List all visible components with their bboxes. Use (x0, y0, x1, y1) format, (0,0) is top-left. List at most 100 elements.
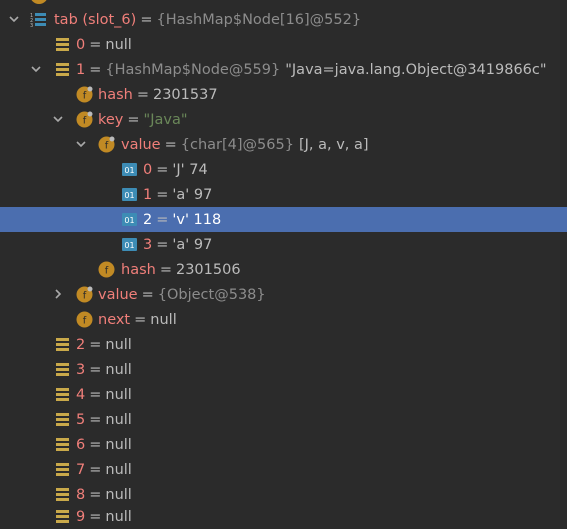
chevron-down-icon[interactable] (51, 112, 65, 126)
variable-name: 0 (76, 36, 86, 53)
equals-sign: = (89, 411, 102, 428)
variable-name: 5 (76, 411, 86, 428)
variable-name: tab (slot_6) (54, 11, 137, 28)
variable-value: null (105, 436, 132, 453)
array-stack-icon (54, 336, 71, 353)
equals-sign: = (89, 36, 102, 53)
array-stack-icon (54, 461, 71, 478)
variable-value: null (105, 361, 132, 378)
svg-text:f: f (105, 141, 109, 152)
primitive-01-icon: 01 (121, 161, 138, 178)
tree-row-slot-6[interactable]: 6 = null (0, 432, 567, 457)
tree-row-key-value[interactable]: f value = {char[4]@565} [J, a, v, a] (0, 132, 567, 157)
array-stack-icon (54, 486, 71, 503)
equals-sign: = (140, 11, 153, 28)
variable-value: 'v' 118 (172, 211, 222, 228)
tree-row-slot-1[interactable]: 1 = {HashMap$Node@559} "Java=java.lang.O… (0, 57, 567, 82)
variable-value: null (105, 386, 132, 403)
variable-value: 2301506 (175, 261, 241, 278)
tree-row-char-0[interactable]: 01 0 = 'J' 74 (0, 157, 567, 182)
chevron-down-icon[interactable] (29, 62, 43, 76)
svg-text:01: 01 (124, 216, 134, 225)
array-stack-icon (54, 386, 71, 403)
equals-sign: = (89, 508, 102, 525)
svg-text:f: f (83, 291, 87, 302)
variable-name: 3 (76, 361, 86, 378)
equals-sign: = (89, 361, 102, 378)
field-f-icon: f (76, 286, 93, 303)
equals-sign: = (127, 111, 140, 128)
array-elements-icon: 1 2 3 (30, 11, 47, 29)
chevron-down-icon[interactable] (7, 12, 21, 26)
variable-value: null (105, 486, 132, 503)
array-stack-icon (54, 36, 71, 53)
equals-sign: = (159, 261, 172, 278)
tree-row-char-3[interactable]: 01 3 = 'a' 97 (0, 232, 567, 257)
chevron-down-icon[interactable] (74, 137, 88, 151)
array-stack-icon (54, 361, 71, 378)
tree-row-key-hash[interactable]: f hash = 2301506 (0, 257, 567, 282)
variable-reference: {char[4]@565} (180, 136, 294, 153)
tree-row-next[interactable]: f next = null (0, 307, 567, 332)
variable-name: 3 (143, 236, 153, 253)
tree-row-char-2[interactable]: 01 2 = 'v' 118 (0, 207, 567, 232)
variable-name: 6 (76, 436, 86, 453)
variable-name: next (98, 311, 131, 328)
equals-sign: = (156, 236, 169, 253)
tree-row-hash[interactable]: f hash = 2301537 (0, 82, 567, 107)
variable-reference: {HashMap$Node@559} (105, 61, 281, 78)
variable-name: 4 (76, 386, 86, 403)
tree-row-slot-7[interactable]: 7 = null (0, 457, 567, 482)
chevron-right-icon[interactable] (51, 287, 65, 301)
variable-value: {HashMap$Node[16]@552} (156, 11, 362, 28)
equals-sign: = (136, 86, 149, 103)
variable-name: 1 (143, 186, 153, 203)
svg-text:01: 01 (124, 166, 134, 175)
svg-text:f: f (83, 91, 87, 102)
variable-value: null (105, 508, 132, 525)
variable-value: "Java" (143, 111, 188, 128)
tree-row-slot-4[interactable]: 4 = null (0, 382, 567, 407)
variable-name: value (121, 136, 161, 153)
array-stack-icon (54, 411, 71, 428)
variable-name: value (98, 286, 138, 303)
variable-reference: {Object@538} (157, 286, 266, 303)
variable-name: 9 (76, 508, 86, 525)
array-stack-icon (54, 436, 71, 453)
equals-sign: = (134, 311, 147, 328)
variable-value: 'a' 97 (172, 186, 213, 203)
field-f-icon: f (76, 311, 93, 328)
equals-sign: = (156, 186, 169, 203)
variable-name: 2 (143, 211, 153, 228)
tree-row-slot-2[interactable]: 2 = null (0, 332, 567, 357)
variable-name: 7 (76, 461, 86, 478)
equals-sign: = (89, 436, 102, 453)
tree-row-slot-9[interactable]: 9 = null (0, 504, 567, 529)
tree-row-slot-3[interactable]: 3 = null (0, 357, 567, 382)
variable-value: null (105, 461, 132, 478)
primitive-01-icon: 01 (121, 186, 138, 203)
equals-sign: = (89, 61, 102, 78)
primitive-01-icon: 01 (121, 211, 138, 228)
variable-value: null (150, 311, 177, 328)
tree-row-char-1[interactable]: 01 1 = 'a' 97 (0, 182, 567, 207)
variable-name: 2 (76, 336, 86, 353)
variable-description: [J, a, v, a] (298, 136, 369, 153)
tree-row-value[interactable]: f value = {Object@538} (0, 282, 567, 307)
field-f-icon (30, 0, 48, 4)
svg-text:f: f (105, 266, 109, 277)
variable-name: 0 (143, 161, 153, 178)
tree-row-slot-0[interactable]: 0 = null (0, 32, 567, 57)
field-f-icon: f (98, 261, 115, 278)
svg-text:f: f (83, 316, 87, 327)
equals-sign: = (89, 486, 102, 503)
variable-value: null (105, 336, 132, 353)
variable-name: 1 (76, 61, 86, 78)
field-f-icon: f (76, 111, 93, 128)
variable-name: hash (98, 86, 133, 103)
tree-row-slot-5[interactable]: 5 = null (0, 407, 567, 432)
tree-row-tab[interactable]: 1 2 3 tab (slot_6) = {HashMap$Node[16]@5… (0, 7, 567, 32)
variable-value: 'a' 97 (172, 236, 213, 253)
tree-row-key[interactable]: f key = "Java" (0, 107, 567, 132)
variable-description: "Java=java.lang.Object@3419866c" (285, 61, 547, 78)
